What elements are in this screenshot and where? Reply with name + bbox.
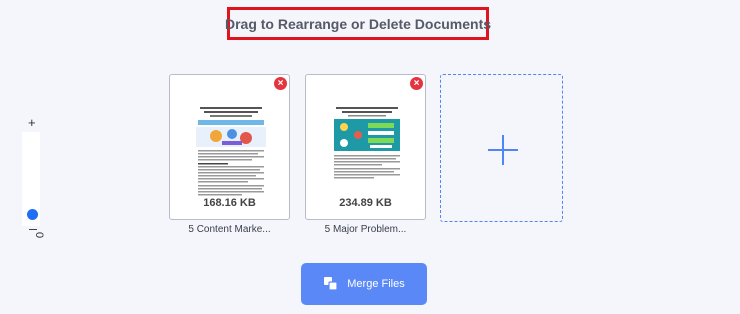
instruction-banner: Drag to Rearrange or Delete Documents	[224, 7, 492, 40]
document-thumbnail	[192, 103, 270, 203]
document-preview-icon	[328, 103, 406, 203]
zoom-out-button[interactable]	[29, 229, 37, 230]
merge-files-label: Merge Files	[347, 278, 405, 290]
merge-icon	[324, 277, 338, 291]
zoom-value: 0	[33, 232, 45, 239]
file-card[interactable]: 234.89 KB ×	[305, 74, 426, 220]
add-file-button[interactable]	[440, 74, 563, 222]
zoom-in-button[interactable]: +	[28, 116, 36, 129]
file-size: 234.89 KB	[339, 197, 392, 209]
zoom-slider-thumb[interactable]	[27, 209, 38, 220]
document-preview-icon	[192, 103, 270, 203]
delete-file-icon[interactable]: ×	[410, 77, 423, 90]
delete-file-icon[interactable]: ×	[274, 77, 287, 90]
file-card[interactable]: 168.16 KB ×	[169, 74, 290, 220]
plus-icon-vertical	[502, 135, 504, 165]
document-thumbnail	[328, 103, 406, 203]
merge-files-button[interactable]: Merge Files	[301, 263, 427, 305]
file-size: 168.16 KB	[203, 197, 256, 209]
file-name: 5 Content Marke...	[188, 224, 271, 235]
file-name: 5 Major Problem...	[324, 224, 407, 235]
page-title: Drag to Rearrange or Delete Documents	[224, 15, 492, 32]
